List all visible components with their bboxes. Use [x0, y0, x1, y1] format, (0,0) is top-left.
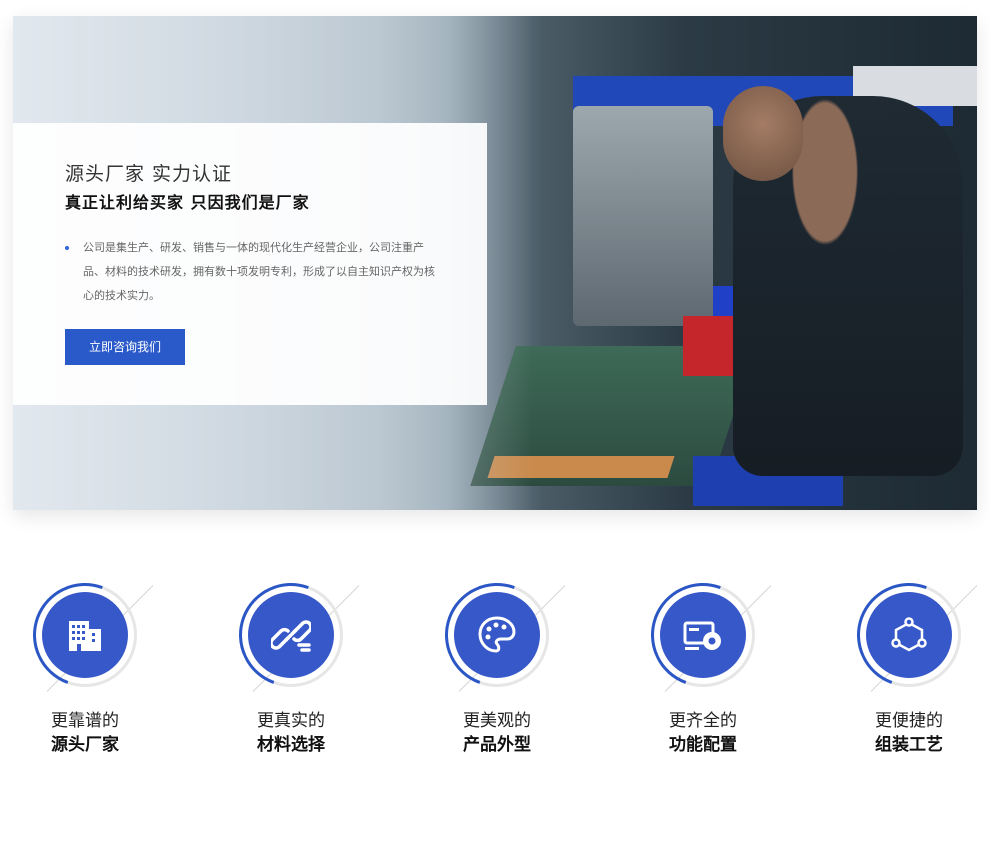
feature-reliable-source: 更靠谱的 源头厂家: [15, 565, 185, 758]
intro-subtitle: 真正让利给买家 只因我们是厂家: [65, 193, 310, 212]
banner-photo-worker-head: [723, 86, 803, 181]
feature-icon-circle: [248, 592, 334, 678]
feature-line2: 材料选择: [257, 735, 325, 755]
bullet-dot: [65, 246, 69, 250]
feature-easy-assembly: 更便捷的 组装工艺: [839, 565, 990, 758]
consult-button[interactable]: 立即咨询我们: [65, 329, 185, 365]
feature-line1: 更靠谱的: [51, 711, 119, 731]
intro-title: 源头厂家 实力认证: [65, 163, 233, 185]
feature-icon-circle: [660, 592, 746, 678]
feature-complete-functions: 更齐全的 功能配置: [633, 565, 803, 758]
nodes-icon: [891, 617, 927, 652]
feature-line1: 更齐全的: [669, 711, 737, 731]
feature-icon-circle: [42, 592, 128, 678]
feature-icon-circle: [866, 592, 952, 678]
intro-description: 公司是集生产、研发、销售与一体的现代化生产经营企业，公司注重产品、材料的技术研发…: [83, 241, 435, 302]
feature-line2: 产品外型: [463, 735, 531, 755]
palette-icon: [478, 616, 516, 653]
building-icon: [69, 621, 101, 651]
banner-photo-microscope: [573, 106, 713, 326]
feature-line1: 更美观的: [463, 711, 531, 731]
feature-line2: 源头厂家: [51, 735, 119, 755]
feature-line2: 组装工艺: [875, 735, 943, 755]
feature-real-materials: 更真实的 材料选择: [221, 565, 391, 758]
feature-line1: 更真实的: [257, 711, 325, 731]
feature-line1: 更便捷的: [875, 711, 943, 731]
feature-line2: 功能配置: [669, 735, 737, 755]
gear-card-icon: [683, 621, 721, 650]
feature-beautiful-design: 更美观的 产品外型: [427, 565, 597, 758]
link-icon: [271, 620, 311, 652]
intro-panel: 源头厂家 实力认证 真正让利给买家 只因我们是厂家 公司是集生产、研发、销售与一…: [13, 123, 487, 405]
feature-icon-circle: [454, 592, 540, 678]
